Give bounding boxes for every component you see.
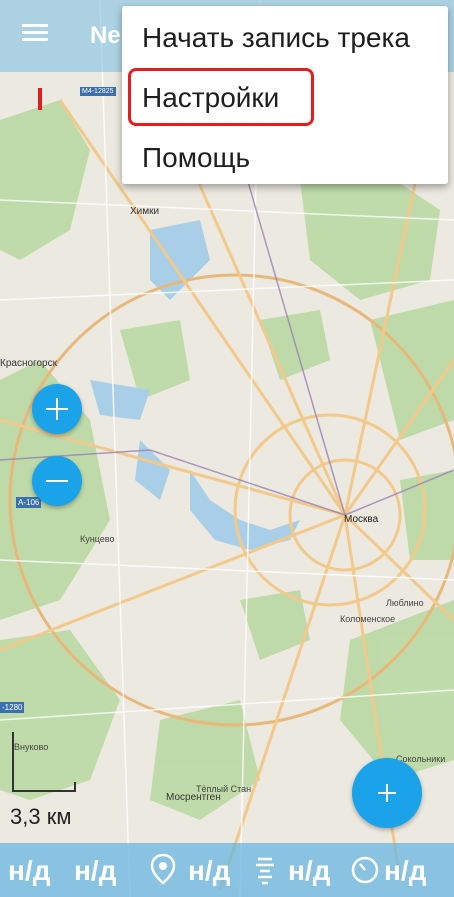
speedometer-icon (351, 856, 379, 884)
menu-item-settings[interactable]: Настройки (122, 68, 448, 128)
location-marker (38, 88, 42, 110)
stat-value-1: н/д (8, 855, 51, 886)
map-label-krasnogorsk: Красногорск (0, 358, 57, 369)
road-label-1280: -1280 (0, 702, 25, 713)
map-label-kolomenskoe: Коломенское (340, 614, 396, 624)
road-label-a106: А-106 (16, 497, 42, 508)
stat-value-5: н/д (384, 855, 427, 886)
menu-item-help[interactable]: Помощь (122, 128, 448, 188)
stat-value-2: н/д (74, 855, 117, 886)
stat-value-3: н/д (188, 855, 231, 886)
scale-bar (12, 732, 76, 792)
hamburger-menu-icon[interactable] (18, 20, 52, 52)
map-label-teply-stan: Тёплый Стан (196, 784, 252, 794)
map-label-moscow: Москва (344, 514, 379, 525)
map-label-kuntsevo: Кунцево (80, 534, 115, 544)
add-fab-button[interactable] (352, 758, 422, 828)
zoom-out-button[interactable] (32, 456, 82, 506)
map-label-himki: Химки (130, 206, 160, 217)
map-label-lyublino: Люблино (386, 598, 424, 608)
status-bar: н/д н/д н/д н/д н/д (0, 843, 454, 897)
zoom-in-button[interactable] (32, 384, 82, 434)
overflow-menu: Начать запись трека Настройки Помощь (122, 6, 448, 184)
scale-label: 3,3 км (10, 804, 72, 829)
altitude-icon (256, 857, 274, 885)
highway-badge: М4-12825 (80, 87, 116, 96)
menu-item-start-track[interactable]: Начать запись трека (122, 8, 448, 68)
location-pin-icon (150, 853, 176, 885)
stat-value-4: н/д (288, 855, 331, 886)
